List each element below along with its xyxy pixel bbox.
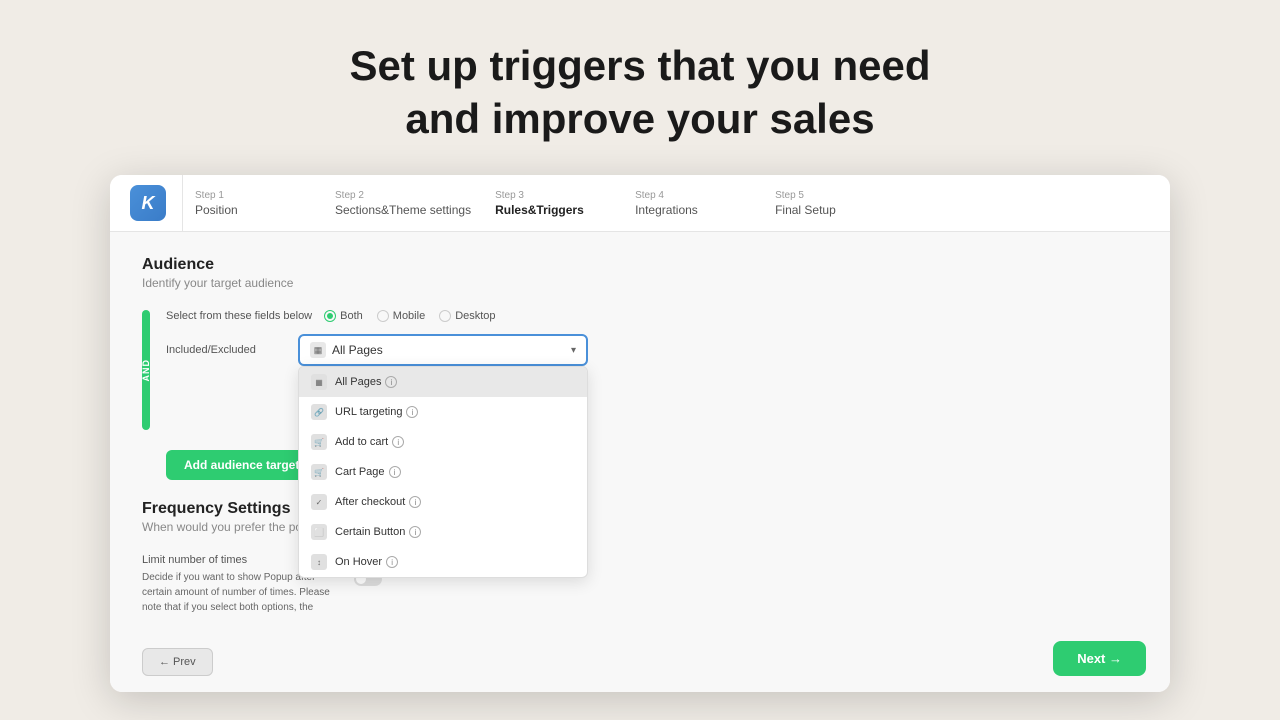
- option-icon-after-checkout: ✓: [311, 494, 327, 510]
- content-panel: Audience Identify your target audience A…: [110, 232, 1170, 692]
- radio-mobile[interactable]: Mobile: [377, 310, 425, 322]
- and-label: AND: [141, 359, 151, 382]
- back-button[interactable]: ← Prev: [142, 648, 213, 676]
- next-button[interactable]: Next →: [1053, 641, 1146, 676]
- audience-title: Audience: [142, 256, 1138, 274]
- info-badge-add-to-cart: i: [392, 436, 404, 448]
- info-badge-after-checkout: i: [409, 496, 421, 508]
- option-icon-url: 🔗: [311, 404, 327, 420]
- hero-title: Set up triggers that you need and improv…: [349, 40, 930, 145]
- step-3-label: Step 3: [495, 190, 611, 201]
- option-icon-all-pages: ▦: [311, 374, 327, 390]
- dropdown-selected-text: All Pages: [332, 343, 383, 357]
- option-info-certain-button: Certain Button i: [335, 526, 421, 538]
- device-row: Select from these fields below Both Mobi…: [166, 310, 1138, 322]
- option-info-add-to-cart: Add to cart i: [335, 436, 404, 448]
- included-label: Included/Excluded: [166, 344, 286, 356]
- step-5-name: Final Setup: [775, 203, 891, 217]
- step-4-label: Step 4: [635, 190, 751, 201]
- step-1-label: Step 1: [195, 190, 311, 201]
- info-badge-all-pages: i: [385, 376, 397, 388]
- step-bar: K Step 1 Position Step 2 Sections&Theme …: [110, 175, 1170, 232]
- option-icon-on-hover: ↕: [311, 554, 327, 570]
- dropdown-option-cart-page[interactable]: 🛒 Cart Page i: [299, 457, 587, 487]
- step-1-name: Position: [195, 203, 311, 217]
- dropdown-container: ▦ All Pages ▾ ▦ All Pages: [298, 334, 588, 366]
- chevron-down-icon: ▾: [571, 345, 576, 356]
- dropdown-menu: ▦ All Pages i 🔗: [298, 366, 588, 578]
- dropdown-option-on-hover[interactable]: ↕ On Hover i: [299, 547, 587, 577]
- frequency-field-label: Limit number of times: [142, 554, 272, 566]
- radio-desktop[interactable]: Desktop: [439, 310, 495, 322]
- step-5-label: Step 5: [775, 190, 891, 201]
- step-2-name: Sections&Theme settings: [335, 203, 471, 217]
- step-4[interactable]: Step 4 Integrations: [635, 175, 775, 231]
- logo: K: [130, 185, 166, 221]
- step-3[interactable]: Step 3 Rules&Triggers: [495, 175, 635, 231]
- audience-fields: Select from these fields below Both Mobi…: [166, 310, 1138, 378]
- device-label: Select from these fields below: [166, 310, 312, 322]
- dropdown-option-after-checkout[interactable]: ✓ After checkout i: [299, 487, 587, 517]
- app-window: K Step 1 Position Step 2 Sections&Theme …: [110, 175, 1170, 692]
- info-badge-cart-page: i: [389, 466, 401, 478]
- main-content: Audience Identify your target audience A…: [110, 232, 1170, 692]
- radio-both-circle: [324, 310, 336, 322]
- frequency-row: Limit number of times Decide if you want…: [142, 554, 1138, 615]
- radio-both[interactable]: Both: [324, 310, 363, 322]
- option-info-url: URL targeting i: [335, 406, 418, 418]
- info-badge-url: i: [406, 406, 418, 418]
- dropdown-option-url[interactable]: 🔗 URL targeting i: [299, 397, 587, 427]
- info-badge-certain-button: i: [409, 526, 421, 538]
- frequency-section: Frequency Settings When would you prefer…: [142, 500, 1138, 615]
- dropdown-selected-icon: ▦: [310, 342, 326, 358]
- dropdown-selected[interactable]: ▦ All Pages ▾: [298, 334, 588, 366]
- radio-mobile-circle: [377, 310, 389, 322]
- frequency-title: Frequency Settings: [142, 500, 1138, 518]
- option-info-on-hover: On Hover i: [335, 556, 398, 568]
- dropdown-option-all-pages[interactable]: ▦ All Pages i: [299, 367, 587, 397]
- device-radio-group: Both Mobile Desktop: [324, 310, 495, 322]
- option-icon-certain-button: ⬜: [311, 524, 327, 540]
- dropdown-selected-left: ▦ All Pages: [310, 342, 383, 358]
- step-2-label: Step 2: [335, 190, 471, 201]
- logo-area: K: [130, 175, 183, 231]
- option-icon-add-to-cart: 🛒: [311, 434, 327, 450]
- and-bar: AND: [142, 310, 150, 430]
- step-5[interactable]: Step 5 Final Setup: [775, 175, 915, 231]
- included-row: Included/Excluded ▦ All Pages ▾: [166, 334, 1138, 366]
- option-icon-cart-page: 🛒: [311, 464, 327, 480]
- dropdown-option-add-to-cart[interactable]: 🛒 Add to cart i: [299, 427, 587, 457]
- info-badge-on-hover: i: [386, 556, 398, 568]
- audience-row: AND Select from these fields below Both: [142, 310, 1138, 430]
- audience-section: Audience Identify your target audience A…: [142, 256, 1138, 480]
- option-info-after-checkout: After checkout i: [335, 496, 421, 508]
- audience-subtitle: Identify your target audience: [142, 276, 1138, 290]
- step-3-name: Rules&Triggers: [495, 203, 611, 217]
- step-2[interactable]: Step 2 Sections&Theme settings: [335, 175, 495, 231]
- hero-section: Set up triggers that you need and improv…: [329, 0, 950, 175]
- radio-desktop-circle: [439, 310, 451, 322]
- option-info-cart-page: Cart Page i: [335, 466, 401, 478]
- step-4-name: Integrations: [635, 203, 751, 217]
- dropdown-option-certain-button[interactable]: ⬜ Certain Button i: [299, 517, 587, 547]
- step-1[interactable]: Step 1 Position: [195, 175, 335, 231]
- option-info-all-pages: All Pages i: [335, 376, 397, 388]
- frequency-subtitle: When would you prefer the popup to be di…: [142, 520, 1138, 534]
